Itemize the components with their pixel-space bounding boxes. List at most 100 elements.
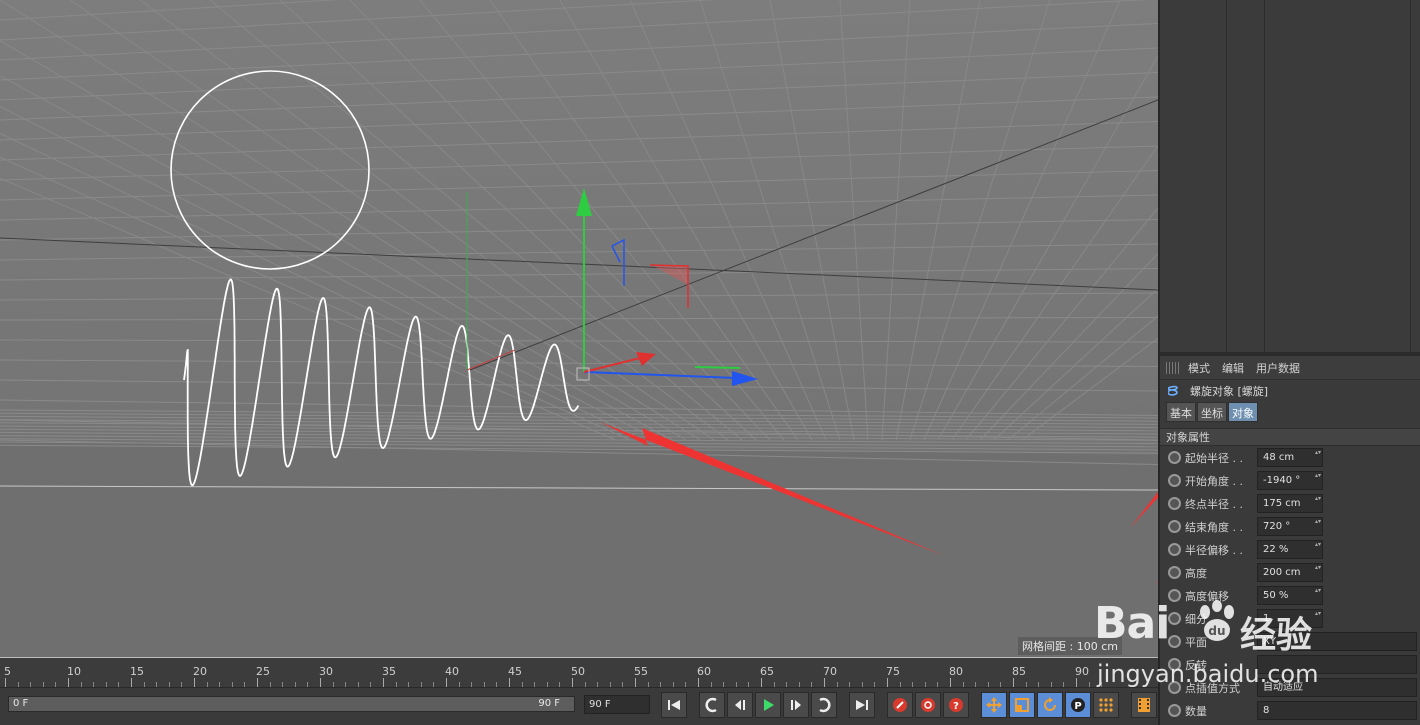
- property-value-field[interactable]: 8: [1257, 701, 1417, 720]
- goto-end-icon: [856, 700, 868, 710]
- next-frame-icon: [791, 700, 801, 710]
- property-value-field[interactable]: XY: [1257, 632, 1417, 651]
- menu-edit[interactable]: 编辑: [1222, 360, 1244, 376]
- property-value-field[interactable]: 200 cm: [1257, 563, 1323, 582]
- property-value-field[interactable]: 自动适应: [1257, 678, 1417, 697]
- timeline-tick-label: 35: [382, 665, 396, 678]
- key-points-button[interactable]: [1093, 692, 1119, 718]
- grid-points-icon: [1099, 698, 1113, 712]
- animate-radio[interactable]: [1168, 589, 1181, 602]
- rotate-icon: [1044, 697, 1056, 711]
- end-frame-field[interactable]: 90 F: [584, 695, 650, 714]
- key-scale-button[interactable]: [1009, 692, 1035, 718]
- record-keys-button[interactable]: [887, 692, 913, 718]
- frame-range-slider[interactable]: 0 F 90 F: [8, 696, 575, 712]
- property-value-field[interactable]: 720 °: [1257, 517, 1323, 536]
- timeline-major-tick: [698, 678, 699, 687]
- timeline-tick-label: 40: [445, 665, 459, 678]
- tab-object[interactable]: 对象: [1228, 402, 1258, 422]
- timeline-major-tick: [5, 678, 6, 687]
- baidu-paw-icon: du: [1200, 600, 1234, 641]
- property-value-field[interactable]: [1257, 655, 1417, 674]
- timeline-tick-label: 10: [67, 665, 81, 678]
- animate-radio[interactable]: [1168, 520, 1181, 533]
- film-icon: [1138, 698, 1150, 712]
- property-row: 终点半径 . . 175 cm: [1160, 492, 1420, 515]
- 3d-viewport[interactable]: 网格间距 : 100 cm: [0, 0, 1158, 657]
- animate-radio[interactable]: [1168, 497, 1181, 510]
- timeline-tick-label: 90: [1075, 665, 1089, 678]
- menu-user-data[interactable]: 用户数据: [1256, 360, 1300, 376]
- property-label: 结束角度 . .: [1185, 520, 1243, 534]
- object-manager-column: [1264, 0, 1265, 352]
- property-row: 结束角度 . . 720 °: [1160, 515, 1420, 538]
- auto-key-button[interactable]: [915, 692, 941, 718]
- timeline-tick-label: 5: [4, 665, 11, 678]
- goto-start-icon: [668, 700, 680, 710]
- tab-basic[interactable]: 基本: [1166, 402, 1196, 422]
- property-label: 数量: [1185, 704, 1207, 718]
- property-label: 起始半径 . .: [1185, 451, 1243, 465]
- timeline-major-tick: [887, 678, 888, 687]
- record-icon: [893, 698, 907, 712]
- prev-key-icon: [705, 697, 717, 713]
- svg-text:?: ?: [953, 701, 959, 712]
- animate-radio[interactable]: [1168, 635, 1181, 648]
- next-frame-button[interactable]: [783, 692, 809, 718]
- timeline-major-tick: [950, 678, 951, 687]
- animate-radio[interactable]: [1168, 681, 1181, 694]
- attribute-manager: 模式 编辑 用户数据 螺旋对象 [螺旋] 基本 坐标 对象 对象属性 起始半径 …: [1160, 352, 1420, 725]
- play-button[interactable]: [755, 692, 781, 718]
- timeline-tick-label: 65: [760, 665, 774, 678]
- prev-frame-icon: [735, 700, 745, 710]
- object-manager[interactable]: [1160, 0, 1420, 352]
- property-label: 终点半径 . .: [1185, 497, 1243, 511]
- scale-icon: [1015, 698, 1029, 712]
- object-manager-column: [1226, 0, 1227, 352]
- next-key-icon: [819, 697, 831, 713]
- animate-radio[interactable]: [1168, 566, 1181, 579]
- timeline-major-tick: [1076, 678, 1077, 687]
- timeline-tick-label: 55: [634, 665, 648, 678]
- tab-coord[interactable]: 坐标: [1197, 402, 1227, 422]
- property-value-field[interactable]: 22 %: [1257, 540, 1323, 559]
- property-label: 点插值方式: [1185, 681, 1240, 695]
- animate-radio[interactable]: [1168, 451, 1181, 464]
- timeline-tick-label: 30: [319, 665, 333, 678]
- property-value-field[interactable]: 1: [1257, 609, 1323, 628]
- animate-radio[interactable]: [1168, 704, 1181, 717]
- keyframe-selection-button[interactable]: ?: [943, 692, 969, 718]
- timeline-ruler[interactable]: 5 10 15 20 25 30 35 40 45 50 55 60 65 70 75 80 85 90: [0, 657, 1158, 687]
- property-value-field[interactable]: -1940 °: [1257, 471, 1323, 490]
- prev-frame-button[interactable]: [727, 692, 753, 718]
- timeline-window-button[interactable]: [1131, 692, 1157, 718]
- goto-end-button[interactable]: [849, 692, 875, 718]
- prev-key-button[interactable]: [699, 692, 725, 718]
- property-value-field[interactable]: 48 cm: [1257, 448, 1323, 467]
- timeline-tick-label: 80: [949, 665, 963, 678]
- range-end-label: 90 F: [538, 698, 560, 709]
- timeline-major-tick: [761, 678, 762, 687]
- animate-radio[interactable]: [1168, 658, 1181, 671]
- timeline-tick-label: 25: [256, 665, 270, 678]
- gizmo-green-handle[interactable]: [694, 366, 741, 369]
- animate-radio[interactable]: [1168, 543, 1181, 556]
- key-parameter-button[interactable]: P: [1065, 692, 1091, 718]
- menu-mode[interactable]: 模式: [1188, 360, 1210, 376]
- animate-radio[interactable]: [1168, 612, 1181, 625]
- property-label: 开始角度 . .: [1185, 474, 1243, 488]
- timeline-major-tick: [824, 678, 825, 687]
- animate-radio[interactable]: [1168, 474, 1181, 487]
- object-manager-column: [1410, 0, 1411, 352]
- key-position-button[interactable]: [981, 692, 1007, 718]
- helix-icon: [1168, 385, 1178, 396]
- next-key-button[interactable]: [811, 692, 837, 718]
- timeline-major-tick: [572, 678, 573, 687]
- property-value-field[interactable]: 175 cm: [1257, 494, 1323, 513]
- property-value-field[interactable]: 50 %: [1257, 586, 1323, 605]
- goto-start-button[interactable]: [661, 692, 687, 718]
- panel-grip-icon[interactable]: [1166, 361, 1180, 374]
- timeline-tick-label: 45: [508, 665, 522, 678]
- key-rotation-button[interactable]: [1037, 692, 1063, 718]
- viewport-scene: [0, 0, 1158, 657]
